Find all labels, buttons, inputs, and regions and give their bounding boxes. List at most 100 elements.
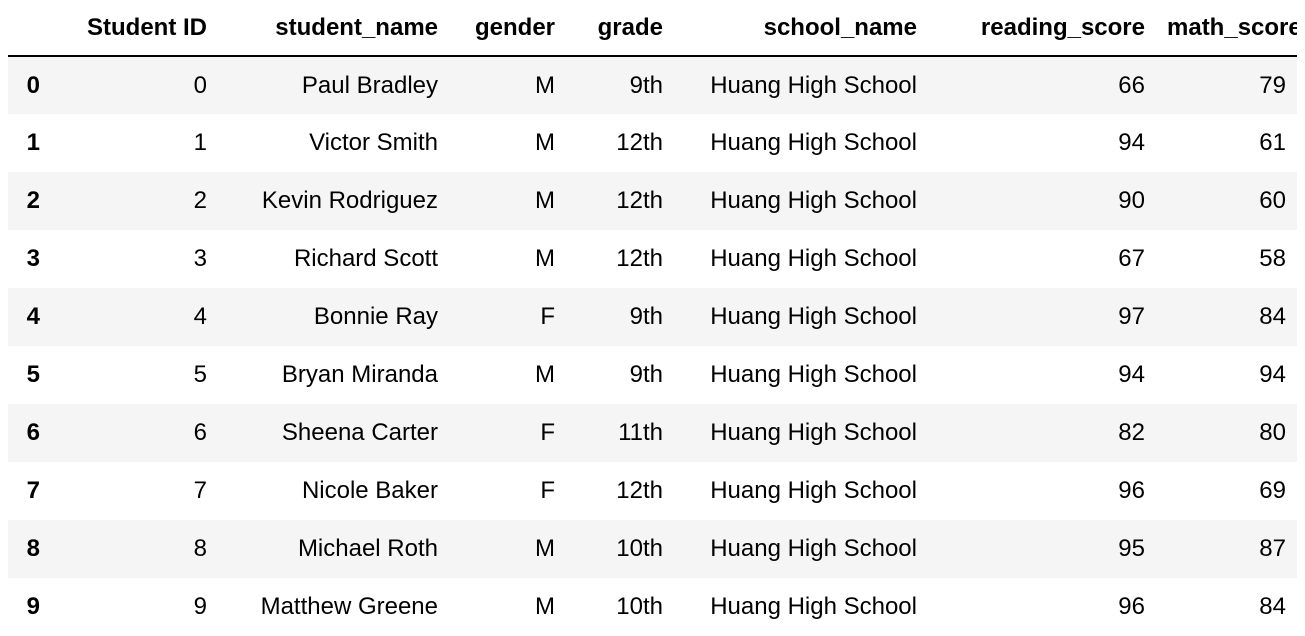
school-name-cell: Huang High School (710, 535, 917, 562)
reading-score-cell: 66 (1118, 71, 1145, 99)
math-score-cell: 69 (1259, 477, 1286, 504)
grade-cell: 9th (629, 303, 663, 330)
student-id-cell: 9 (193, 593, 207, 620)
row-index: 2 (26, 187, 40, 214)
student-id-cell: 2 (193, 187, 207, 214)
grade-cell: 10th (616, 593, 663, 620)
math-score-cell: 60 (1259, 187, 1286, 214)
table-row: 5 5 Bryan Miranda M 9th Huang High School 94 94 (8, 346, 1297, 404)
table-row: 1 1 Victor Smith M 12th Huang High School 94 61 (8, 114, 1297, 172)
school-name-cell: Huang High School (710, 593, 917, 620)
row-index: 5 (26, 361, 40, 388)
reading-score-cell: 90 (1118, 187, 1145, 214)
math-score-cell: 94 (1259, 361, 1286, 388)
row-index: 0 (26, 71, 40, 99)
column-header-grade: grade (597, 13, 663, 41)
table-row: 8 8 Michael Roth M 10th Huang High School 95 87 (8, 520, 1297, 578)
reading-score-cell: 67 (1118, 245, 1145, 272)
row-index: 3 (26, 245, 40, 272)
student-name-cell: Michael Roth (297, 535, 438, 562)
column-header-reading-score: reading_score (980, 13, 1145, 41)
math-score-cell: 84 (1259, 303, 1286, 330)
table-row: 3 3 Richard Scott M 12th Huang High School 67 5… (8, 230, 1297, 288)
student-name-cell: Richard Scott (293, 245, 438, 272)
student-id-cell: 7 (193, 477, 207, 504)
reading-score-cell: 95 (1118, 535, 1145, 562)
dataframe-output: Student ID student_name gender grade sch… (0, 0, 1305, 636)
grade-cell: 9th (629, 361, 663, 388)
school-name-cell: Huang High School (710, 245, 917, 272)
reading-score-cell: 94 (1118, 361, 1145, 388)
gender-cell: M (535, 535, 555, 562)
reading-score-cell: 96 (1118, 593, 1145, 620)
student-name-cell: Kevin Rodriguez (261, 187, 438, 214)
gender-cell: F (540, 477, 555, 504)
math-score-cell: 87 (1259, 535, 1286, 562)
column-header-student-id: Student ID (87, 13, 207, 41)
student-id-cell: 0 (193, 71, 207, 99)
gender-cell: F (540, 419, 555, 446)
table-row: 7 7 Nicole Baker F 12th Huang High School 96 69 (8, 462, 1297, 520)
gender-cell: M (535, 593, 555, 620)
gender-cell: M (535, 129, 555, 156)
student-id-cell: 4 (193, 303, 207, 330)
table-row: 6 6 Sheena Carter F 11th Huang High School 82 8… (8, 404, 1297, 462)
column-header-school-name: school_name (763, 13, 917, 41)
student-id-cell: 3 (193, 245, 207, 272)
student-name-cell: Matthew Greene (260, 593, 438, 620)
student-name-cell: Sheena Carter (281, 419, 438, 446)
row-index: 1 (26, 129, 40, 156)
row-index: 7 (26, 477, 40, 504)
header-row: Student ID student_name gender grade sch… (8, 0, 1297, 56)
reading-score-cell: 94 (1118, 129, 1145, 156)
gender-cell: F (540, 303, 555, 330)
school-name-cell: Huang High School (710, 71, 917, 99)
column-header-math-score: math_score (1167, 13, 1297, 41)
table-row: 4 4 Bonnie Ray F 9th Huang High School 97 84 (8, 288, 1297, 346)
school-name-cell: Huang High School (710, 361, 917, 388)
reading-score-cell: 97 (1118, 303, 1145, 330)
grade-cell: 12th (616, 245, 663, 272)
student-id-cell: 6 (193, 419, 207, 446)
grade-cell: 12th (616, 477, 663, 504)
row-index: 4 (26, 303, 40, 330)
student-id-cell: 1 (193, 129, 207, 156)
table-header: Student ID student_name gender grade sch… (8, 0, 1297, 56)
column-header-student-name: student_name (275, 13, 438, 41)
gender-cell: M (535, 245, 555, 272)
row-index: 6 (26, 419, 40, 446)
table-row: 9 9 Matthew Greene M 10th Huang High School 96… (8, 578, 1297, 636)
gender-cell: M (535, 361, 555, 388)
table-row: 2 2 Kevin Rodriguez M 12th Huang High School 9… (8, 172, 1297, 230)
math-score-cell: 79 (1259, 71, 1286, 99)
grade-cell: 12th (616, 129, 663, 156)
grade-cell: 9th (629, 71, 663, 99)
math-score-cell: 80 (1259, 419, 1286, 446)
grade-cell: 12th (616, 187, 663, 214)
gender-cell: M (535, 187, 555, 214)
student-name-cell: Bryan Miranda (281, 361, 438, 388)
school-name-cell: Huang High School (710, 477, 917, 504)
school-name-cell: Huang High School (710, 419, 917, 446)
student-name-cell: Nicole Baker (301, 477, 438, 504)
school-name-cell: Huang High School (710, 187, 917, 214)
school-name-cell: Huang High School (710, 303, 917, 330)
reading-score-cell: 96 (1118, 477, 1145, 504)
row-index: 8 (26, 535, 40, 562)
grade-cell: 11th (618, 419, 663, 446)
student-name-cell: Bonnie Ray (313, 303, 438, 330)
math-score-cell: 58 (1259, 245, 1286, 272)
math-score-cell: 61 (1259, 129, 1286, 156)
reading-score-cell: 82 (1118, 419, 1145, 446)
table-row: 0 0 Paul Bradley M 9th Huang High School 66 79 (8, 56, 1297, 114)
math-score-cell: 84 (1259, 593, 1286, 620)
student-id-cell: 8 (193, 535, 207, 562)
student-name-cell: Paul Bradley (301, 71, 438, 99)
student-id-cell: 5 (193, 361, 207, 388)
grade-cell: 10th (616, 535, 663, 562)
column-header-gender: gender (474, 13, 555, 41)
dataframe-table: Student ID student_name gender grade sch… (8, 0, 1297, 636)
school-name-cell: Huang High School (710, 129, 917, 156)
student-name-cell: Victor Smith (309, 129, 438, 156)
table-body: 0 0 Paul Bradley M 9th Huang High School 66 79 1… (8, 56, 1297, 636)
